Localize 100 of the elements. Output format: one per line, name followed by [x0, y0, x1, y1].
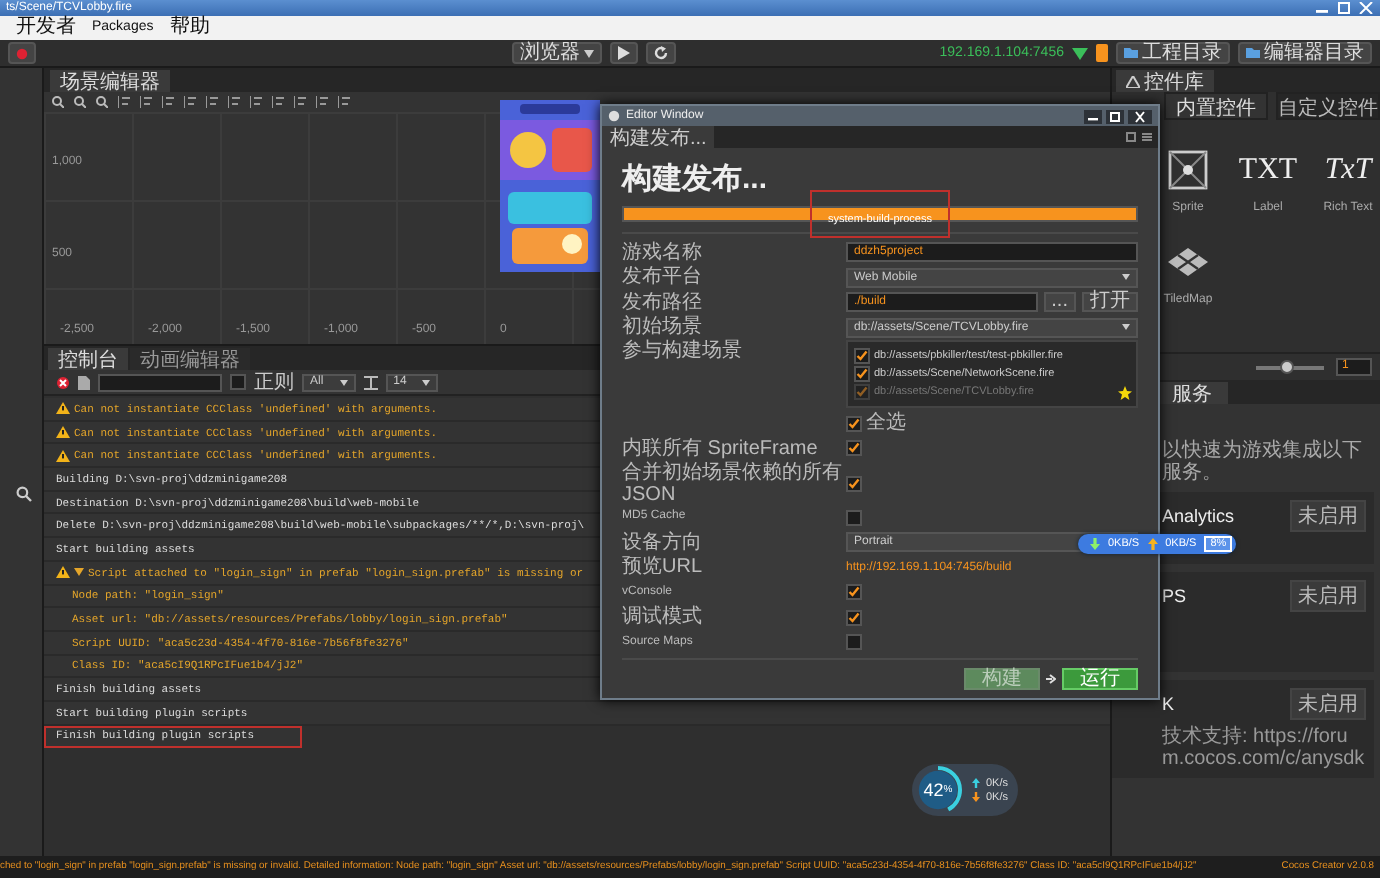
service-description: 技术支持: https://forum.cocos.com/c/anysdk [1162, 726, 1366, 770]
field-label: 游戏名称 [622, 241, 704, 264]
checkbox[interactable] [854, 348, 870, 364]
checkbox[interactable] [846, 634, 862, 651]
menu-icon[interactable] [1142, 132, 1152, 142]
warning-icon [56, 449, 70, 462]
zoom-icon[interactable] [52, 96, 64, 108]
align-icon[interactable] [272, 96, 284, 108]
search-icon[interactable] [16, 486, 32, 502]
library-subtab[interactable]: 自定义控件 [1276, 92, 1380, 120]
align-icon[interactable] [118, 96, 130, 108]
upload-icon [972, 778, 980, 788]
align-icon[interactable] [184, 96, 196, 108]
field-label: 调试模式 [622, 606, 704, 629]
triangle-icon [1126, 75, 1140, 87]
run-button[interactable]: 运行 [1062, 668, 1138, 690]
align-icon[interactable] [250, 96, 262, 108]
app-icon [608, 110, 620, 122]
checkbox[interactable] [846, 509, 862, 526]
services-intro: 以快速为游戏集成以下服务。 [1160, 437, 1364, 488]
library-tab[interactable]: 控件库 [1116, 70, 1214, 92]
tiles-icon[interactable] [1166, 246, 1210, 278]
popout-icon[interactable] [1126, 132, 1136, 142]
download-icon [972, 792, 980, 802]
warning-icon [56, 426, 70, 439]
menu-item[interactable]: 帮助 [169, 16, 210, 40]
folder-icon[interactable] [1246, 48, 1260, 58]
services-tab[interactable]: 服务 [1156, 382, 1228, 404]
align-icon[interactable] [162, 96, 174, 108]
browser-select[interactable]: 浏览器 [512, 42, 602, 64]
caret-icon[interactable] [1122, 274, 1130, 281]
menu-item[interactable]: 开发者 [16, 16, 76, 40]
align-icon[interactable] [338, 96, 350, 108]
usage-percent: 42 [923, 780, 944, 800]
text-glyph[interactable]: TxT [1324, 153, 1372, 187]
caret-icon[interactable] [422, 379, 431, 385]
caret-icon[interactable] [339, 379, 348, 385]
field-label: 初始场景 [622, 316, 704, 339]
console-tab[interactable]: 动画编辑器 [130, 348, 250, 370]
close-icon[interactable] [1128, 109, 1152, 123]
checkbox[interactable] [846, 584, 862, 601]
play-button[interactable] [610, 42, 638, 64]
enable-button[interactable]: 未启用 [1290, 500, 1366, 532]
field-label: 内联所有 SpriteFrame [622, 437, 820, 460]
scene-editor-tab[interactable]: 场景编辑器 [50, 70, 170, 92]
build-tab[interactable]: 构建发布... [602, 126, 715, 148]
align-icon[interactable] [228, 96, 240, 108]
download-icon [1090, 538, 1100, 550]
folder-button[interactable]: 工程目录 [1116, 42, 1230, 64]
sprite-icon[interactable] [1168, 150, 1208, 190]
checkbox[interactable] [230, 374, 246, 390]
zoom-icon[interactable] [96, 96, 108, 108]
field-label: 发布路径 [622, 291, 704, 314]
checkbox[interactable] [846, 440, 862, 457]
service-title: Analytics [1162, 506, 1235, 526]
console-tab[interactable]: 控制台 [48, 348, 128, 370]
filter-field[interactable] [98, 373, 222, 391]
refresh-icon[interactable] [654, 46, 668, 60]
library-subtab[interactable]: 内置控件 [1164, 92, 1268, 120]
path-button[interactable]: ... [1043, 292, 1076, 313]
regex-label: 正则 [254, 370, 294, 396]
select-all-label: 全选 [866, 412, 906, 434]
service-title: K [1162, 694, 1175, 714]
field-label: 发布平台 [622, 266, 704, 289]
caret-icon[interactable] [584, 49, 594, 57]
align-icon[interactable] [316, 96, 328, 108]
caret-icon[interactable] [74, 568, 84, 577]
folder-icon[interactable] [1124, 48, 1138, 58]
caret-icon[interactable] [1122, 324, 1130, 331]
refresh-button[interactable] [646, 42, 676, 64]
warning-icon [56, 566, 70, 579]
enable-button[interactable]: 未启用 [1290, 688, 1366, 720]
maximize-icon[interactable] [1106, 109, 1124, 123]
service-title: PS [1162, 586, 1187, 606]
checkbox[interactable] [846, 475, 862, 491]
align-icon[interactable] [206, 96, 218, 108]
minimize-icon[interactable] [1084, 109, 1102, 123]
font-size-icon [363, 375, 378, 389]
play-icon[interactable] [618, 46, 630, 60]
align-icon[interactable] [140, 96, 152, 108]
checkbox[interactable] [846, 415, 862, 431]
text-glyph[interactable]: TXT [1238, 153, 1298, 187]
slider-thumb[interactable] [1279, 359, 1294, 373]
field-label: 设备方向 [622, 531, 704, 554]
field-label: 参与构建场景 [622, 340, 744, 362]
build-heading: 构建发布... [622, 160, 770, 198]
arrow-icon [1046, 674, 1056, 684]
field-label: 合并初始场景依赖的所有 JSON [622, 461, 844, 505]
folder-button[interactable]: 编辑器目录 [1238, 42, 1372, 64]
wifi-icon [1072, 47, 1088, 59]
field-label: 预览URL [622, 556, 705, 579]
upload-icon [1147, 538, 1158, 550]
checkbox[interactable] [846, 609, 862, 626]
clear-icon[interactable] [56, 375, 70, 389]
zoom-icon[interactable] [74, 96, 86, 108]
checkbox[interactable] [854, 366, 870, 382]
align-icon[interactable] [294, 96, 306, 108]
path-button[interactable]: 打开 [1082, 292, 1138, 313]
enable-button[interactable]: 未启用 [1290, 580, 1366, 612]
file-icon[interactable] [78, 375, 90, 389]
